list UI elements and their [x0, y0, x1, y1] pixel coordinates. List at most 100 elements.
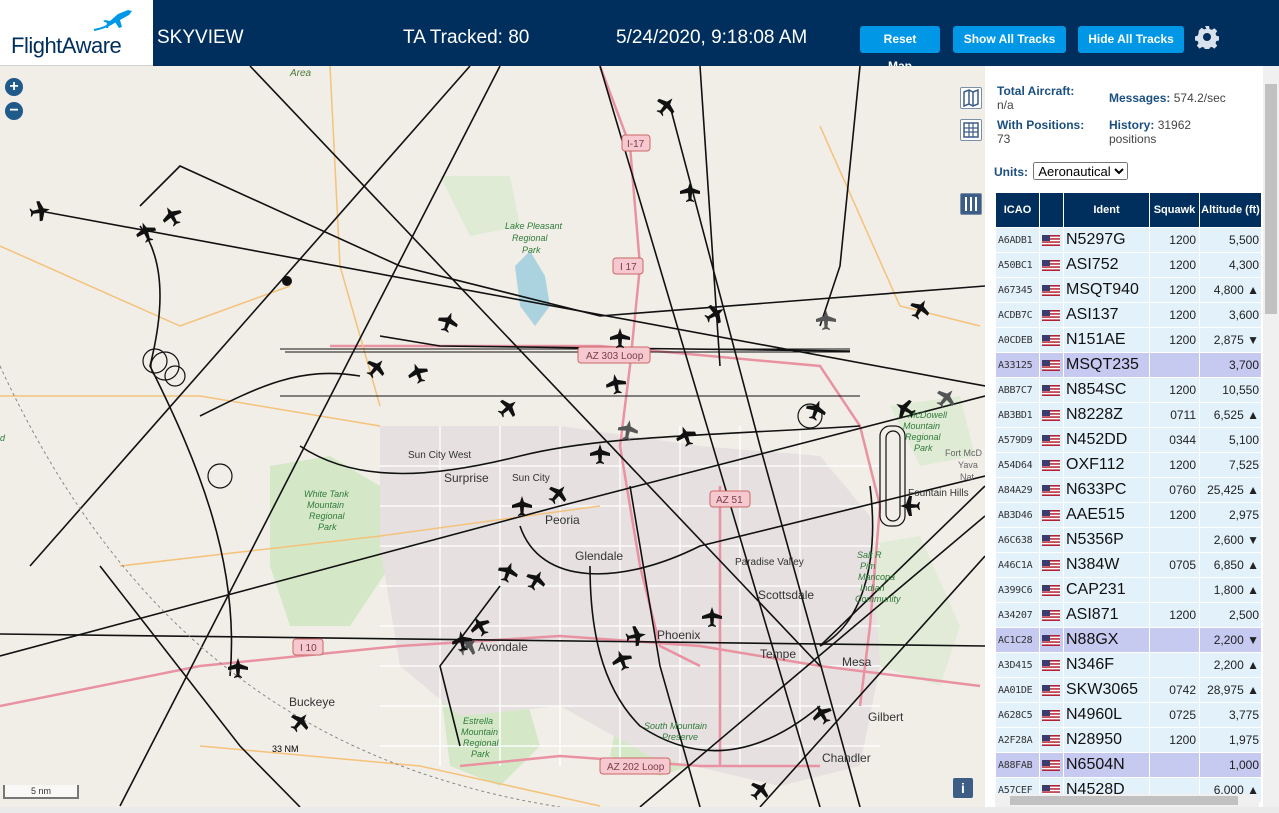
row-squawk: 1200 — [1149, 602, 1200, 628]
table-row[interactable]: A6C638 N5356P 2,600 ▼ — [995, 527, 1262, 553]
grid-overlay-button[interactable] — [960, 119, 982, 141]
table-row[interactable]: ACDB7C ASI137 1200 3,600 — [995, 302, 1262, 328]
table-row[interactable]: A50BC1 ASI752 1200 4,300 — [995, 252, 1262, 278]
map-scale-bar: 5 nm — [3, 785, 79, 799]
svg-text:I-17: I-17 — [627, 139, 645, 150]
svg-text:Avondale: Avondale — [478, 640, 528, 654]
aircraft-icon[interactable] — [803, 397, 829, 423]
row-icao: A6ADB1 — [995, 227, 1040, 253]
table-row[interactable]: AB3BD1 N8228Z 0711 6,525 ▲ — [995, 402, 1262, 428]
table-horizontal-scrollbar-thumb[interactable] — [1010, 796, 1238, 805]
zoom-in-button[interactable]: + — [5, 78, 23, 96]
row-ident: N384W — [1063, 552, 1150, 578]
info-button[interactable]: i — [953, 778, 973, 798]
map-view[interactable]: I-17 I 17 AZ 303 Loop AZ 51 I 10 AZ 202 … — [0, 66, 985, 807]
row-icao: A6C638 — [995, 527, 1040, 553]
col-icao[interactable]: ICAO — [995, 192, 1040, 228]
us-flag-icon — [1039, 352, 1064, 378]
map-canvas[interactable]: I-17 I 17 AZ 303 Loop AZ 51 I 10 AZ 202 … — [0, 66, 985, 807]
row-icao: A88FAB — [995, 752, 1040, 778]
aircraft-icon[interactable] — [435, 309, 461, 335]
table-row[interactable]: AA01DE SKW3065 0742 28,975 ▲ — [995, 677, 1262, 703]
table-row[interactable]: A628C5 N4960L 0725 3,775 — [995, 702, 1262, 728]
aircraft-icon[interactable] — [158, 202, 185, 229]
table-row[interactable]: A34207 ASI871 1200 2,500 — [995, 602, 1262, 628]
row-altitude: 3,700 — [1199, 352, 1262, 378]
table-row[interactable]: A6ADB1 N5297G 1200 5,500 — [995, 227, 1262, 253]
toggle-columns-button[interactable] — [960, 193, 982, 215]
table-row[interactable]: A67345 MSQT940 1200 4,800 ▲ — [995, 277, 1262, 303]
table-row[interactable]: AB3D46 AAE515 1200 2,975 — [995, 502, 1262, 528]
table-row[interactable]: A88FAB N6504N 1,000 — [995, 752, 1262, 778]
aircraft-icon[interactable] — [494, 394, 522, 422]
units-select[interactable]: Aeronautical — [1033, 162, 1129, 180]
table-row[interactable]: A0CDEB N151AE 1200 2,875 ▼ — [995, 327, 1262, 353]
us-flag-icon — [1039, 252, 1064, 278]
columns-icon — [965, 197, 977, 211]
svg-text:Regional: Regional — [463, 738, 500, 748]
svg-text:White Tank: White Tank — [304, 489, 349, 499]
panel-scrollbar-thumb[interactable] — [1265, 84, 1277, 314]
row-ident: ASI137 — [1063, 302, 1150, 328]
header-bar: FlightAware SKYVIEW TA Tracked: 80 5/24/… — [0, 0, 1279, 73]
col-flag[interactable] — [1039, 192, 1064, 228]
aircraft-icon[interactable] — [405, 360, 431, 386]
aircraft-icon[interactable] — [610, 328, 630, 348]
table-row[interactable]: A33125 MSQT235 3,700 — [995, 352, 1262, 378]
app-title: SKYVIEW — [157, 27, 244, 48]
aircraft-icon[interactable] — [900, 496, 920, 516]
gear-icon[interactable] — [1195, 25, 1219, 49]
history-stat: History: 31962 positions — [1109, 118, 1191, 146]
table-row[interactable]: A46C1A N384W 0705 6,850 ▲ — [995, 552, 1262, 578]
table-row[interactable]: A84A29 N633PC 0760 25,425 ▲ — [995, 477, 1262, 503]
table-row[interactable]: A54D64 OXF112 1200 7,525 — [995, 452, 1262, 478]
row-ident: N346F — [1063, 652, 1150, 678]
row-altitude: 28,975 ▲ — [1199, 677, 1262, 703]
aircraft-icon[interactable] — [652, 92, 680, 120]
table-row[interactable]: A3D415 N346F 2,200 ▲ — [995, 652, 1262, 678]
table-header-row: ICAO Ident Squawk Altitude (ft) — [995, 192, 1262, 228]
row-icao: AA01DE — [995, 677, 1040, 703]
row-icao: A0CDEB — [995, 327, 1040, 353]
row-altitude: 2,500 — [1199, 602, 1262, 628]
row-squawk — [1149, 577, 1200, 603]
svg-text:Mountain: Mountain — [461, 727, 498, 737]
table-row[interactable]: A399C6 CAP231 1,800 ▲ — [995, 577, 1262, 603]
svg-text:Salt R: Salt R — [857, 550, 882, 560]
hide-all-tracks-button[interactable]: Hide All Tracks — [1078, 26, 1184, 53]
col-squawk[interactable]: Squawk — [1149, 192, 1200, 228]
reset-map-button[interactable]: Reset Map — [860, 26, 940, 73]
map-layer-button[interactable] — [960, 87, 982, 109]
show-all-tracks-button[interactable]: Show All Tracks — [953, 26, 1066, 53]
col-altitude[interactable]: Altitude (ft) — [1199, 192, 1262, 228]
table-row[interactable]: A579D9 N452DD 0344 5,100 — [995, 427, 1262, 453]
row-altitude: 1,975 — [1199, 727, 1262, 753]
row-icao: A579D9 — [995, 427, 1040, 453]
aircraft-icon[interactable] — [28, 199, 51, 222]
aircraft-icon[interactable] — [680, 182, 700, 202]
messages-label: Messages: — [1109, 91, 1171, 105]
row-ident: N28950 — [1063, 727, 1150, 753]
svg-text:Glendale: Glendale — [575, 549, 623, 563]
aircraft-panel: Total Aircraft: n/a With Positions: 73 M… — [985, 66, 1279, 807]
aircraft-icon[interactable] — [816, 310, 836, 330]
row-altitude: 1,000 — [1199, 752, 1262, 778]
table-row[interactable]: A2F28A N28950 1200 1,975 — [995, 727, 1262, 753]
table-row[interactable]: AC1C28 N88GX 2,200 ▼ — [995, 627, 1262, 653]
table-row[interactable]: ABB7C7 N854SC 1200 10,550 — [995, 377, 1262, 403]
row-squawk — [1149, 752, 1200, 778]
row-icao: A34207 — [995, 602, 1040, 628]
col-ident[interactable]: Ident — [1063, 192, 1150, 228]
row-altitude: 10,550 — [1199, 377, 1262, 403]
logo-text: FlightAware — [11, 33, 122, 58]
us-flag-icon — [1039, 452, 1064, 478]
row-ident: N151AE — [1063, 327, 1150, 353]
svg-text:Yava: Yava — [958, 460, 978, 470]
row-altitude: 4,800 ▲ — [1199, 277, 1262, 303]
row-altitude: 2,200 ▲ — [1199, 652, 1262, 678]
aircraft-icon[interactable] — [604, 372, 627, 395]
zoom-out-button[interactable]: − — [5, 102, 23, 120]
svg-text:Buckeye: Buckeye — [289, 695, 335, 709]
total-aircraft-label: Total Aircraft: — [997, 84, 1075, 98]
flightaware-logo[interactable]: FlightAware — [0, 0, 153, 66]
